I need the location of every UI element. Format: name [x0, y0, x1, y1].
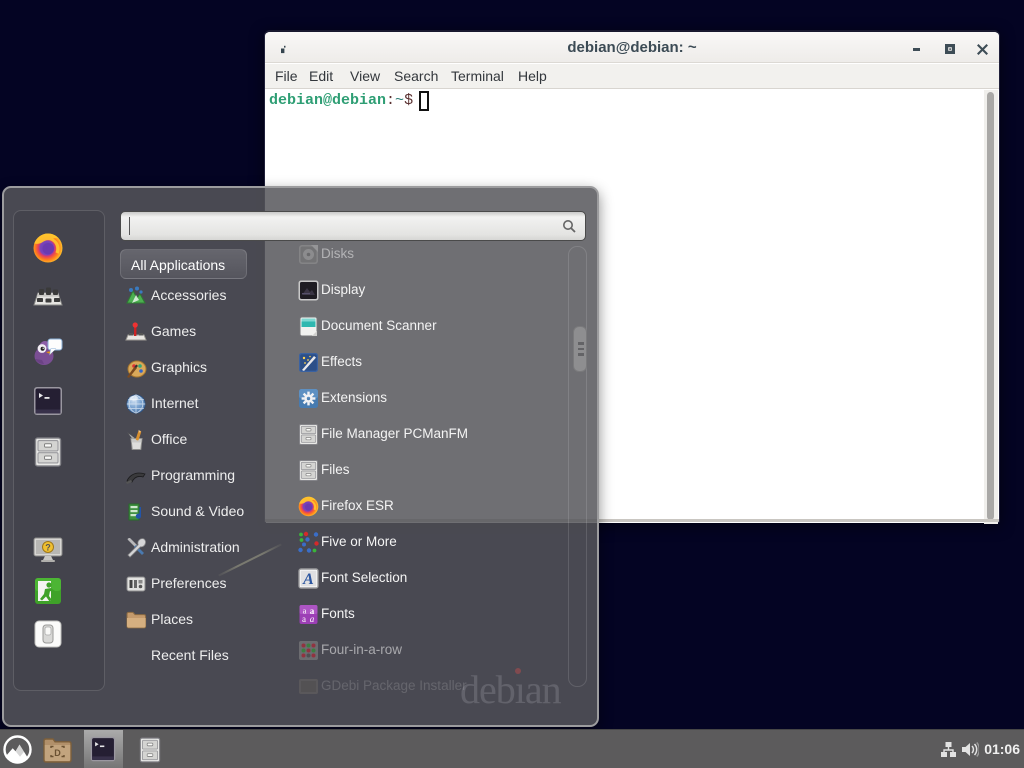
svg-text:a: a	[302, 614, 306, 624]
svg-text:?: ?	[45, 543, 51, 553]
svg-text:D: D	[54, 748, 61, 758]
svg-text:a: a	[310, 614, 315, 624]
svg-text:A: A	[302, 571, 314, 588]
